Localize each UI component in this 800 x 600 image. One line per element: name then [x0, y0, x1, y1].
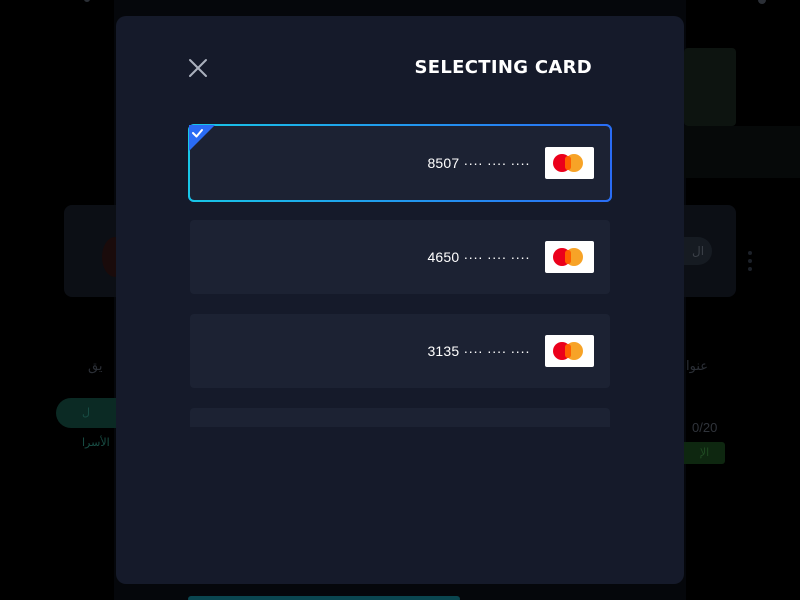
background-dot [758, 0, 766, 4]
close-button[interactable] [188, 58, 208, 78]
checkmark-icon [189, 125, 215, 151]
card-number: 4650 ···· ···· ···· [427, 249, 530, 265]
background-counter: 0/20 [692, 420, 718, 435]
background-text: عنوا [686, 358, 709, 373]
background-strip [684, 126, 800, 178]
background-button: ل الأسرا [56, 398, 116, 449]
card-option-partial[interactable] [190, 408, 610, 427]
card-option[interactable]: 3135 ···· ···· ···· [190, 314, 610, 388]
card-list[interactable]: 8507 ···· ···· ···· 4650 ···· ···· ···· … [188, 124, 612, 427]
more-options-icon [748, 251, 752, 271]
select-card-modal: SELECTING CARD 8507 ···· ···· ···· 4650 … [116, 16, 684, 584]
background-pill: ال [684, 237, 712, 265]
background-text: يق [88, 358, 103, 373]
background-badge: الإ [684, 442, 725, 464]
background-card [64, 205, 128, 297]
background-dot [84, 0, 90, 2]
modal-title: SELECTING CARD [414, 57, 592, 78]
mastercard-icon [545, 241, 594, 273]
card-option-selected[interactable]: 8507 ···· ···· ···· [188, 124, 612, 202]
card-number: 8507 ···· ···· ···· [427, 155, 530, 171]
background-progress-bar [188, 596, 460, 600]
card-number: 3135 ···· ···· ···· [427, 343, 530, 359]
background-image [684, 48, 736, 126]
mastercard-icon [545, 147, 594, 179]
close-icon [189, 59, 207, 77]
card-option[interactable]: 4650 ···· ···· ···· [190, 220, 610, 294]
mastercard-icon [545, 335, 594, 367]
